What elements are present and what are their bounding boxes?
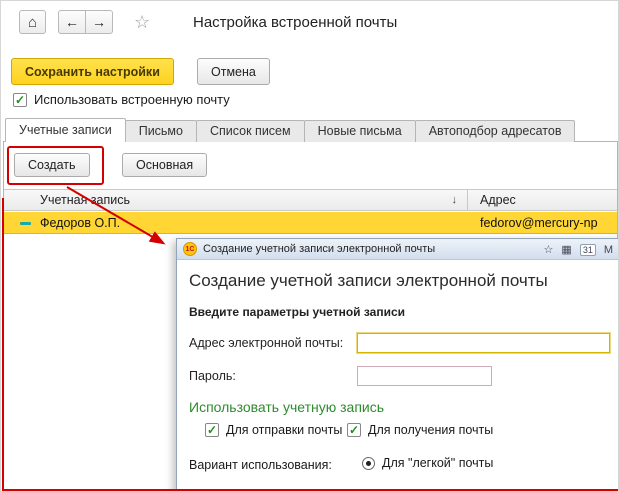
save-settings-button[interactable]: Сохранить настройки [11, 58, 174, 85]
light-mail-radio-label: Для "легкой" почты [382, 456, 494, 470]
tab-accounts[interactable]: Учетные записи [5, 118, 126, 142]
tab-autocomplete[interactable]: Автоподбор адресатов [414, 120, 576, 142]
forward-icon: → [92, 14, 106, 30]
address-cell: fedorov@mercury-np [468, 212, 617, 233]
column-header-address[interactable]: Адрес [468, 190, 617, 210]
account-address: fedorov@mercury-np [480, 215, 598, 230]
create-button[interactable]: Создать [14, 153, 90, 177]
dialog-titlebar-icons: ☆ ▦ 31 М [544, 239, 613, 260]
sort-down-icon: ↓ [451, 194, 458, 206]
dialog-title: Создание учетной записи электронной почт… [203, 243, 436, 255]
forward-button[interactable]: → [85, 10, 113, 34]
1c-app-icon: 1С [183, 242, 197, 256]
column-header-account-label: Учетная запись [40, 193, 131, 207]
back-button[interactable]: ← [58, 10, 86, 34]
dialog-subtitle: Введите параметры учетной записи [189, 305, 406, 319]
back-icon: ← [65, 14, 79, 30]
cancel-button[interactable]: Отмена [197, 58, 270, 85]
app-window: ⌂ ← → ☆ Настройка встроенной почты Сохра… [0, 0, 619, 492]
dialog-titlebar[interactable]: 1С Создание учетной записи электронной п… [177, 239, 618, 260]
receive-mail-checkbox[interactable]: ✓ [347, 423, 361, 437]
dialog-calendar-icon[interactable]: 31 [579, 243, 596, 256]
send-mail-row: ✓ Для отправки почты [205, 423, 342, 437]
light-mail-radio[interactable] [362, 456, 375, 470]
email-field-label: Адрес электронной почты: [189, 336, 344, 350]
receive-mail-label: Для получения почты [368, 423, 494, 437]
usage-variant-label: Вариант использования: [189, 458, 332, 472]
email-field[interactable] [357, 333, 610, 353]
use-account-section-title: Использовать учетную запись [189, 399, 385, 415]
favorite-star-icon[interactable]: ☆ [134, 12, 150, 33]
tab-letter[interactable]: Письмо [124, 120, 197, 142]
nav-button-group: ← → [58, 10, 113, 34]
use-builtin-mail-label: Использовать встроенную почту [34, 92, 230, 107]
receive-mail-row: ✓ Для получения почты [347, 423, 493, 437]
home-button[interactable]: ⌂ [19, 10, 46, 34]
account-name: Федоров О.П. [40, 215, 121, 230]
dialog-grid-icon[interactable]: ▦ [561, 243, 571, 256]
column-header-account[interactable]: Учетная запись ↓ [4, 190, 468, 210]
column-header-address-label: Адрес [480, 193, 516, 207]
settings-tabs: Учетные записи Письмо Список писем Новые… [5, 118, 576, 142]
account-dash-icon [20, 222, 31, 225]
send-mail-label: Для отправки почты [226, 423, 343, 437]
create-account-dialog: 1С Создание учетной записи электронной п… [176, 238, 618, 491]
dialog-favorite-star-icon[interactable]: ☆ [544, 243, 554, 256]
password-field-label: Пароль: [189, 369, 236, 383]
home-icon: ⌂ [27, 13, 38, 31]
use-builtin-mail-row: ✓ Использовать встроенную почту [13, 92, 230, 107]
tab-new-letters[interactable]: Новые письма [303, 120, 416, 142]
table-header: Учетная запись ↓ Адрес [4, 189, 617, 211]
top-toolbar: ⌂ ← → ☆ Настройка встроенной почты [1, 1, 618, 45]
send-mail-checkbox[interactable]: ✓ [205, 423, 219, 437]
dialog-heading: Создание учетной записи электронной почт… [189, 271, 548, 290]
main-account-button[interactable]: Основная [122, 153, 208, 177]
account-cell: Федоров О.П. [4, 212, 468, 233]
page-title: Настройка встроенной почты [193, 14, 398, 31]
tab-letter-list[interactable]: Список писем [195, 120, 305, 142]
use-builtin-mail-checkbox[interactable]: ✓ [13, 92, 27, 107]
light-mail-option-row: Для "легкой" почты [362, 456, 493, 470]
dialog-menu-icon[interactable]: М [604, 244, 613, 256]
table-row[interactable]: Федоров О.П. fedorov@mercury-np [4, 212, 617, 234]
password-field[interactable] [357, 366, 492, 386]
